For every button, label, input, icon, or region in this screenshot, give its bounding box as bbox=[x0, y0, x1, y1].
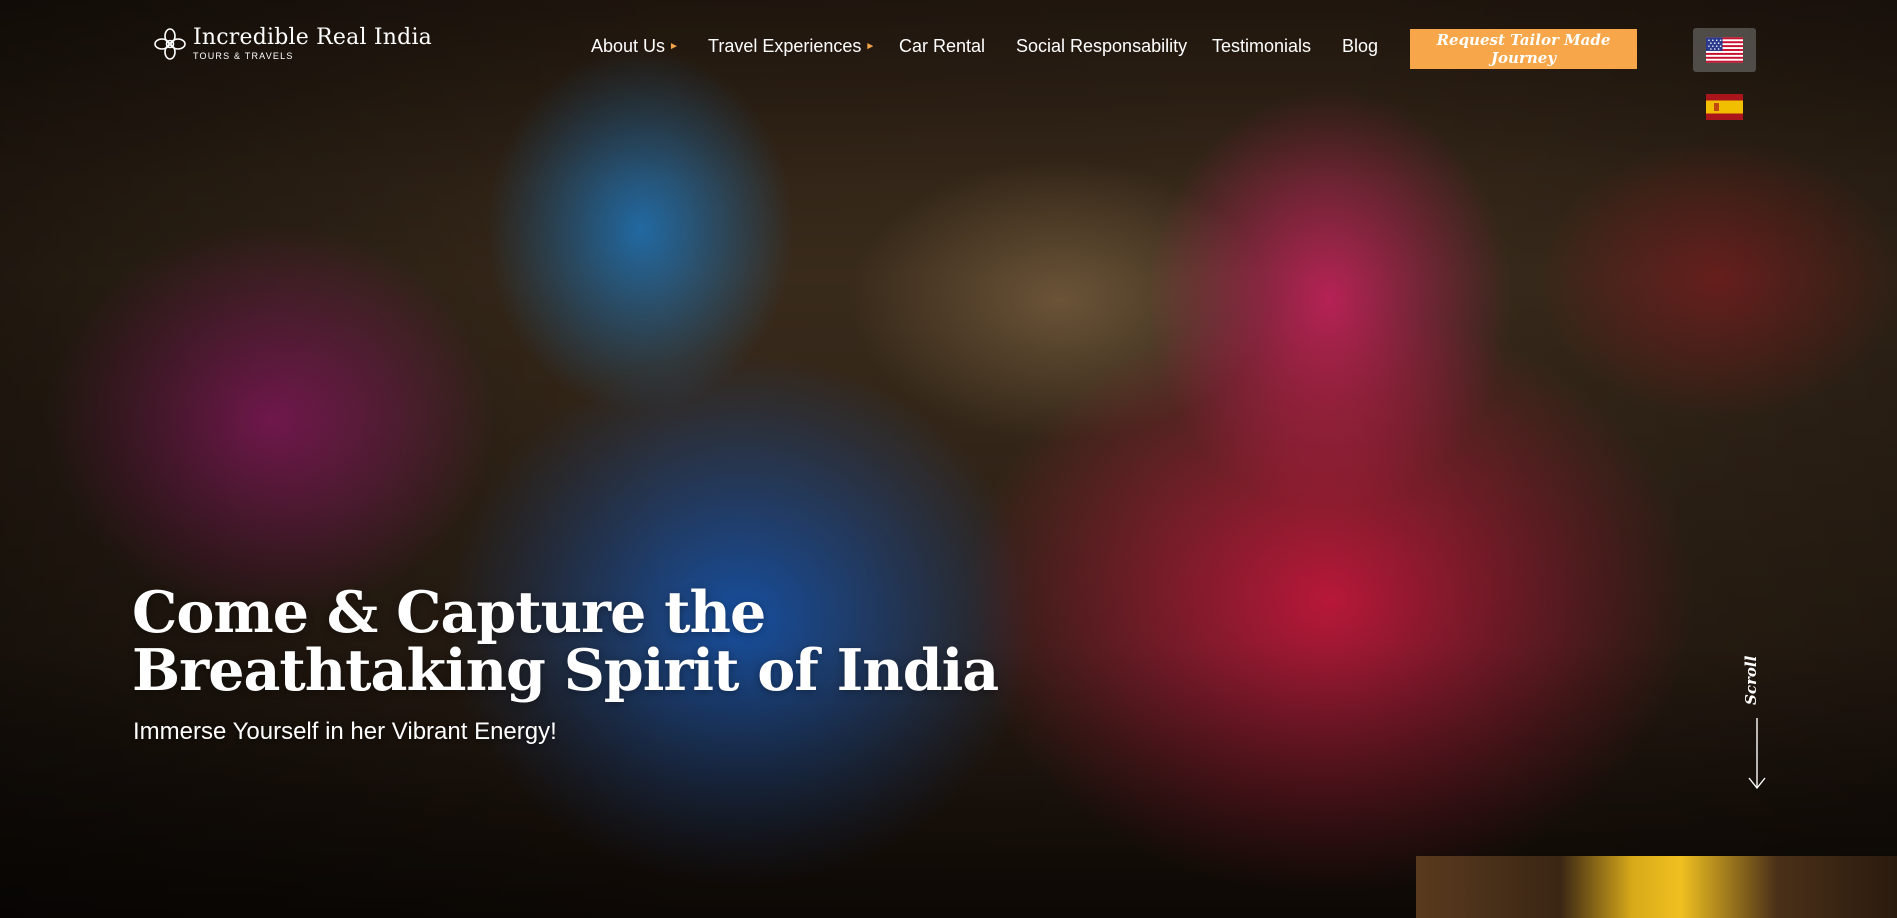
hero-headline: Come & Capture the Breathtaking Spirit o… bbox=[132, 584, 1032, 700]
nav-item-travel-experiences[interactable]: Travel Experiences ► bbox=[708, 36, 875, 57]
language-english-button[interactable] bbox=[1693, 28, 1756, 72]
hero-overlay bbox=[0, 0, 1897, 918]
nav-item-label: Social Responsability bbox=[1016, 36, 1188, 56]
hero-headline-line-1: Come & Capture the bbox=[132, 579, 766, 646]
nav-item-car-rental[interactable]: Car Rental bbox=[899, 36, 985, 57]
brand-name: Incredible Real India bbox=[193, 25, 432, 50]
scroll-label: Scroll bbox=[1742, 655, 1760, 705]
nav-item-about-us[interactable]: About Us ► bbox=[591, 36, 679, 57]
brand-tagline: TOURS & TRAVELS bbox=[193, 51, 294, 61]
nav-item-label: About Us bbox=[591, 36, 666, 56]
nav-item-label: Blog bbox=[1342, 36, 1379, 56]
next-section-image-peek bbox=[1416, 856, 1897, 918]
us-flag-icon bbox=[1706, 37, 1743, 63]
brand-logo[interactable]: Incredible Real India TOURS & TRAVELS bbox=[154, 26, 432, 61]
nav-item-testimonials[interactable]: Testimonials bbox=[1212, 36, 1311, 57]
nav-item-label: Car Rental bbox=[899, 36, 986, 56]
nav-item-social-responsability[interactable]: Social Responsability bbox=[1016, 36, 1187, 57]
nav-item-label: Testimonials bbox=[1212, 36, 1312, 56]
hero-headline-line-2: Breathtaking Spirit of India bbox=[132, 637, 999, 704]
request-tailor-made-journey-button[interactable]: Request Tailor Made Journey bbox=[1410, 29, 1637, 69]
hero-subheadline: Immerse Yourself in her Vibrant Energy! bbox=[133, 718, 557, 745]
flower-logo-icon bbox=[154, 27, 186, 60]
caret-right-icon: ► bbox=[865, 41, 876, 52]
arrow-down-icon bbox=[1748, 718, 1766, 790]
spain-flag-icon[interactable] bbox=[1706, 94, 1743, 120]
nav-item-label: Travel Experiences bbox=[708, 36, 862, 56]
caret-right-icon: ► bbox=[669, 41, 679, 52]
nav-item-blog[interactable]: Blog bbox=[1342, 36, 1378, 57]
